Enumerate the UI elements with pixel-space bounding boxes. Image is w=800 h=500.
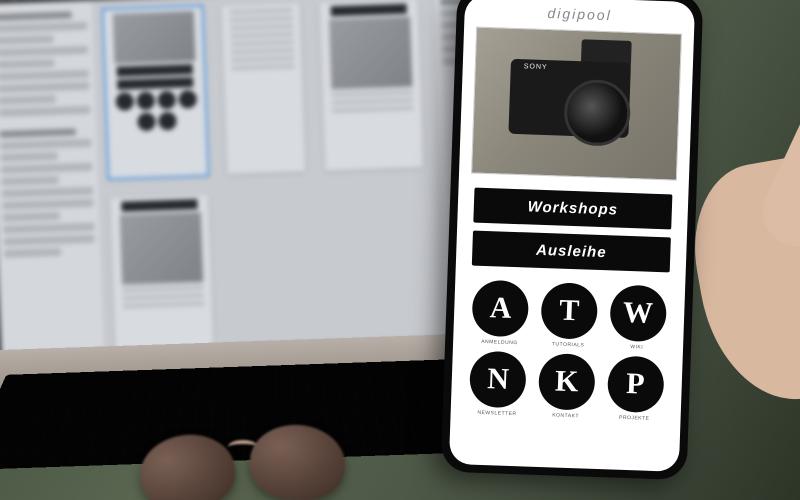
letter-w-icon: W (609, 284, 667, 342)
letter-n-icon: N (469, 351, 527, 409)
nav-item-p[interactable]: P PROJEKTE (602, 355, 669, 422)
nav-caption: KONTAKT (552, 412, 579, 419)
nav-item-n[interactable]: N NEWSLETTER (465, 350, 532, 417)
nav-caption: NEWSLETTER (477, 410, 516, 417)
artboard-detail-1[interactable] (319, 0, 423, 171)
letter-p-icon: P (606, 355, 664, 413)
letter-a-icon: A (472, 280, 530, 338)
artboard-detail-2[interactable] (110, 195, 214, 361)
ausleihe-button[interactable]: Ausleihe (472, 231, 671, 273)
layers-panel[interactable] (0, 1, 105, 354)
photograph-scene: digipool SONY Workshops Ausleihe A ANMEL… (0, 0, 800, 500)
design-canvas[interactable] (93, 0, 445, 350)
nav-caption: TUTORIALS (552, 341, 585, 348)
nav-item-w[interactable]: W WIKI (604, 284, 671, 351)
nav-item-k[interactable]: K KONTAKT (533, 353, 600, 420)
nav-item-a[interactable]: A ANMELDUNG (467, 279, 534, 346)
letter-t-icon: T (540, 282, 598, 340)
artboard-menu[interactable] (222, 3, 306, 174)
nav-caption: ANMELDUNG (481, 339, 518, 346)
smartphone: digipool SONY Workshops Ausleihe A ANMEL… (441, 0, 704, 480)
artboard-home[interactable] (104, 7, 208, 178)
nav-item-t[interactable]: T TUTORIALS (536, 282, 603, 349)
window-titlebar (0, 0, 537, 4)
camera-brand-label: SONY (524, 63, 548, 71)
nav-caption: WIKI (630, 344, 643, 350)
sunglasses (140, 420, 370, 500)
letter-k-icon: K (538, 353, 596, 411)
hero-image-camera: SONY (471, 27, 682, 181)
phone-screen: digipool SONY Workshops Ausleihe A ANMEL… (449, 0, 695, 472)
workshops-button[interactable]: Workshops (473, 188, 672, 230)
nav-grid: A ANMELDUNG T TUTORIALS W WIKI N NEWSLET… (450, 275, 685, 435)
nav-caption: PROJEKTE (619, 415, 650, 422)
